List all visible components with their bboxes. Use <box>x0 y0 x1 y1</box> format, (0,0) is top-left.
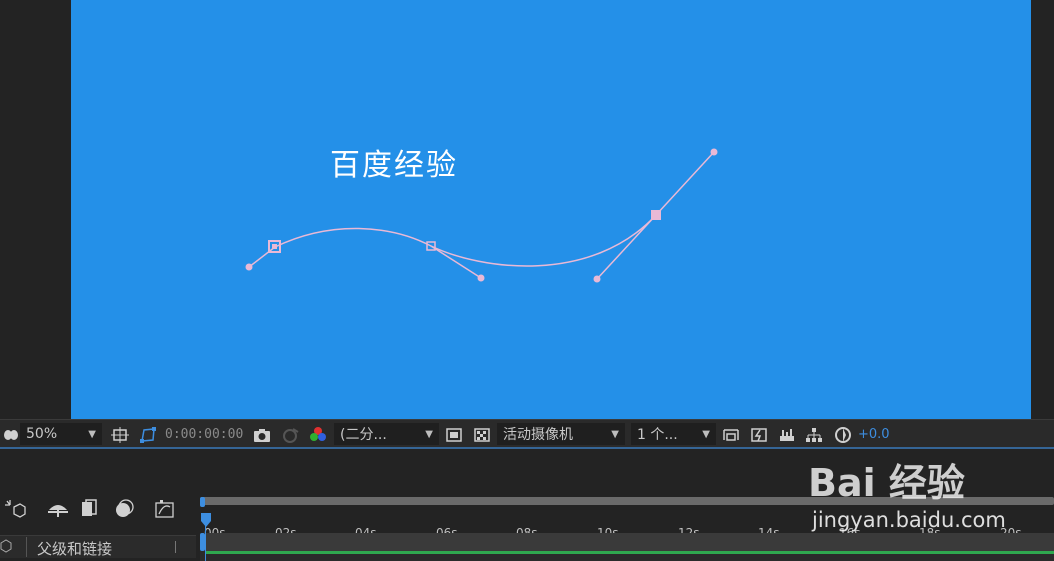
bezier-handle-line <box>596 214 657 280</box>
baidu-watermark-logo: Bai 经验 <box>808 461 965 505</box>
column-divider <box>175 541 176 553</box>
bezier-handle-point <box>477 274 485 282</box>
composition-viewer: 百度经验 <box>0 0 1054 419</box>
viewer-toolbar: 50% ▼ 0:00:00:00 (二分... ▼ 活动摄像机 ▼ 1 个... ▼ <box>0 419 1054 450</box>
camera-view-value: 活动摄像机 <box>503 427 573 443</box>
timeline-icon[interactable] <box>776 420 798 449</box>
region-of-interest-icon[interactable] <box>443 420 465 449</box>
resolution-dropdown[interactable]: (二分... ▼ <box>334 423 439 445</box>
bezier-handle-point <box>593 275 601 283</box>
composition-canvas[interactable]: 百度经验 <box>71 0 1031 419</box>
layer-column-header: 父级和链接 <box>0 535 196 558</box>
safe-zones-icon[interactable] <box>109 420 131 449</box>
baidu-watermark-url: jingyan.baidu.com <box>812 508 1006 532</box>
parent-link-column-label[interactable]: 父级和链接 <box>37 538 112 559</box>
keyframe-vertex <box>272 244 277 249</box>
zoom-value: 50% <box>26 426 58 442</box>
chevron-down-icon: ▼ <box>702 428 710 440</box>
bezier-handle-line <box>248 246 276 268</box>
column-divider <box>26 537 27 557</box>
fast-previews-icon[interactable] <box>748 420 770 449</box>
bezier-handle-line <box>430 245 482 279</box>
layer-switches-panel: 父级和链接 <box>0 489 200 561</box>
graph-editor-icon[interactable] <box>154 499 176 523</box>
mask-icon[interactable] <box>0 420 22 449</box>
view-layout-dropdown[interactable]: 1 个... ▼ <box>631 423 716 445</box>
current-time-display[interactable]: 0:00:00:00 <box>165 420 243 449</box>
layer-track[interactable] <box>200 533 1054 561</box>
comp-text-layer[interactable]: 百度经验 <box>330 140 458 184</box>
motion-path-curve <box>274 214 657 267</box>
keyframe-vertex-selected <box>651 210 661 220</box>
exposure-value[interactable]: +0.0 <box>858 420 890 449</box>
show-snapshot-icon[interactable] <box>279 420 301 449</box>
bezier-handle-point <box>245 263 253 271</box>
camera-snapshot-icon[interactable] <box>251 420 273 449</box>
toggle-pixel-aspect-icon[interactable] <box>720 420 742 449</box>
shy-layers-icon[interactable] <box>47 500 69 522</box>
reset-exposure-icon[interactable] <box>832 420 854 449</box>
draft-3d-icon[interactable] <box>4 499 26 523</box>
cube-icon <box>0 539 12 557</box>
playhead-handle[interactable] <box>201 513 211 531</box>
resolution-value: (二分... <box>340 427 387 443</box>
motion-path[interactable] <box>71 0 1031 419</box>
cache-indicator <box>205 551 1054 554</box>
layer-duration-bar[interactable] <box>205 533 1054 551</box>
flowchart-icon[interactable] <box>803 420 825 449</box>
color-channels-icon[interactable] <box>307 420 329 449</box>
frame-blending-icon[interactable] <box>80 499 100 523</box>
view-layout-value: 1 个... <box>637 427 678 443</box>
chevron-down-icon: ▼ <box>88 428 96 440</box>
transparency-grid-icon[interactable] <box>471 420 493 449</box>
zoom-dropdown[interactable]: 50% ▼ <box>20 423 102 445</box>
motion-blur-icon[interactable] <box>112 499 134 523</box>
chevron-down-icon: ▼ <box>611 428 619 440</box>
bezier-handle-point <box>710 148 718 156</box>
chevron-down-icon: ▼ <box>425 428 433 440</box>
camera-view-dropdown[interactable]: 活动摄像机 ▼ <box>497 423 625 445</box>
bezier-handle-line <box>655 151 715 216</box>
mask-path-visibility-icon[interactable] <box>137 420 159 449</box>
